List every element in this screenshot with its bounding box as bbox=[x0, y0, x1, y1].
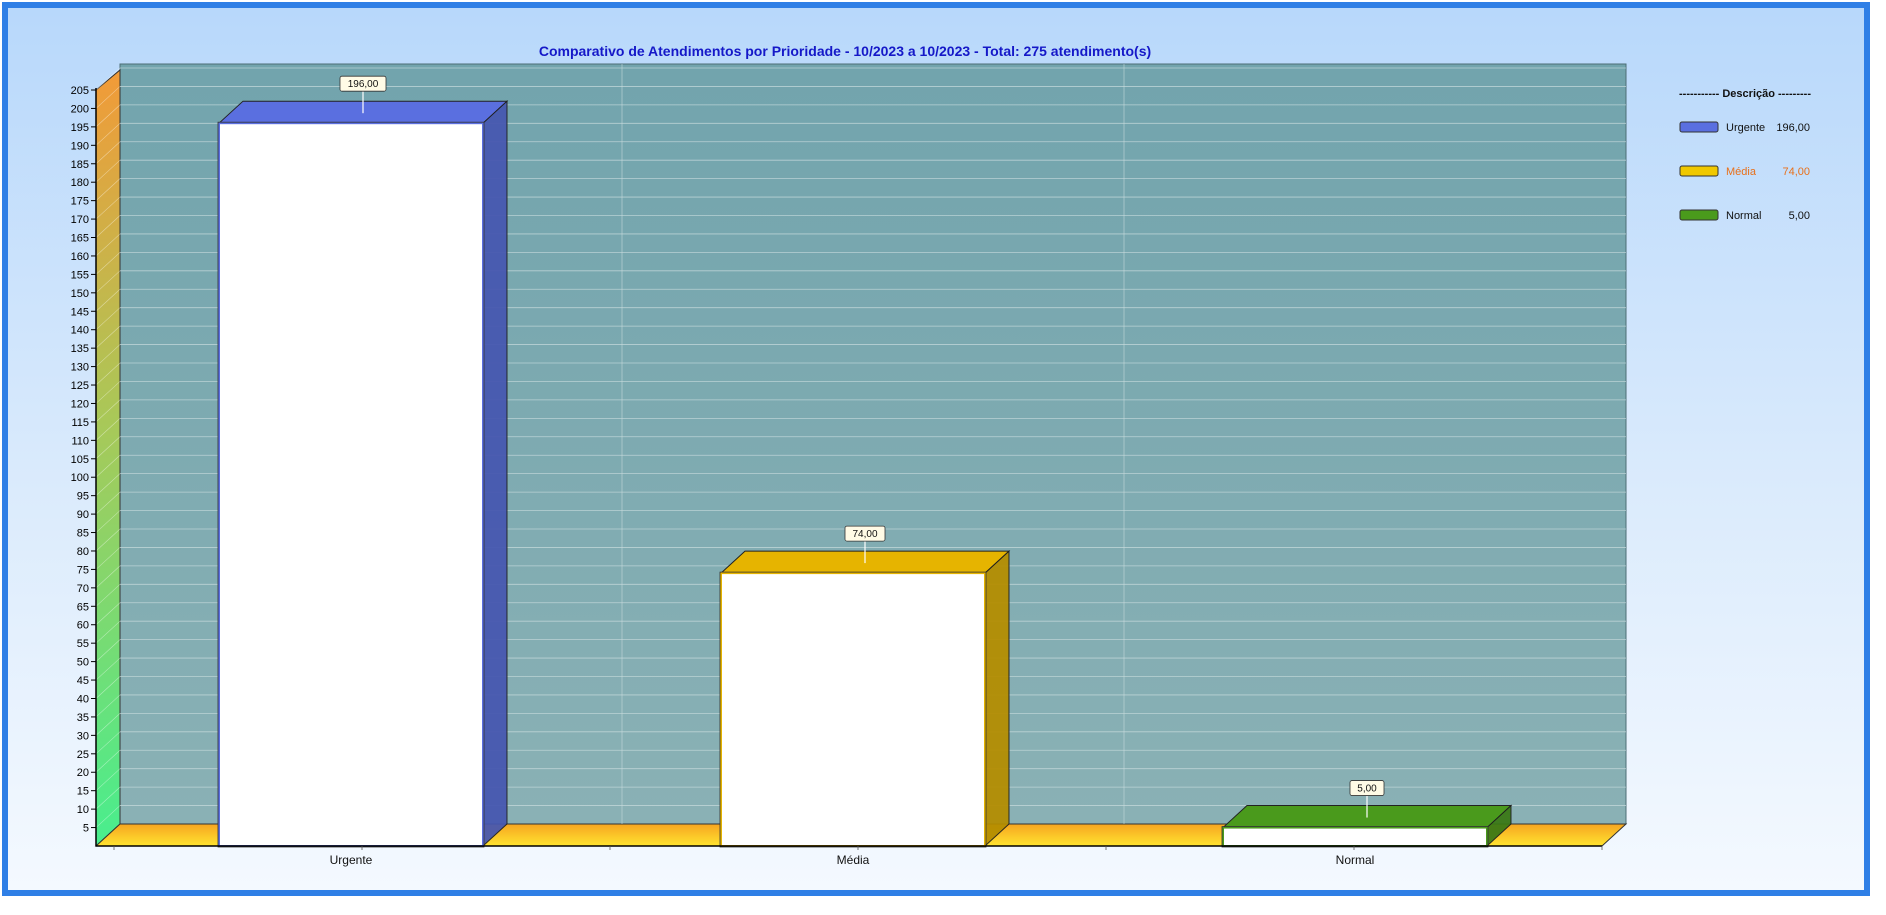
legend-value: 196,00 bbox=[1776, 122, 1810, 134]
y-tick-label: 15 bbox=[77, 786, 89, 798]
y-tick-label: 55 bbox=[77, 638, 89, 650]
y-tick-label: 5 bbox=[83, 823, 89, 835]
y-tick-label: 145 bbox=[71, 306, 89, 318]
y-tick-label: 80 bbox=[77, 546, 89, 558]
y-tick-label: 30 bbox=[77, 730, 89, 742]
y-tick-label: 100 bbox=[71, 472, 89, 484]
y-tick-label: 140 bbox=[71, 325, 89, 337]
y-tick-label: 150 bbox=[71, 288, 89, 300]
y-tick-label: 160 bbox=[71, 251, 89, 263]
value-label: 196,00 bbox=[348, 79, 379, 90]
chart-title: Comparativo de Atendimentos por Priorida… bbox=[539, 43, 1151, 59]
legend-entry-3: Normal 5,00 bbox=[1679, 209, 1810, 222]
bar-2: 74,00 bbox=[719, 525, 1011, 848]
y-tick-label: 70 bbox=[77, 583, 89, 595]
y-tick-label: 35 bbox=[77, 712, 89, 724]
y-tick-label: 195 bbox=[71, 122, 89, 134]
y-tick-label: 120 bbox=[71, 398, 89, 410]
y-tick-label: 90 bbox=[77, 509, 89, 521]
value-label: 5,00 bbox=[1357, 784, 1377, 795]
bar-side-shade bbox=[483, 101, 507, 846]
y-tick-label: 85 bbox=[77, 528, 89, 540]
legend-title: ----------- Descrição --------- bbox=[1679, 88, 1811, 100]
legend-entry-2: Média 74,00 bbox=[1679, 165, 1810, 178]
legend: ----------- Descrição --------- Urgente 1… bbox=[1679, 88, 1811, 222]
y-tick-label: 10 bbox=[77, 804, 89, 816]
y-tick-label: 165 bbox=[71, 233, 89, 245]
y-tick-label: 155 bbox=[71, 269, 89, 281]
x-tick-label: Normal bbox=[1336, 853, 1375, 867]
y-tick-label: 45 bbox=[77, 675, 89, 687]
x-tick-label: Média bbox=[837, 853, 870, 867]
y-tick-label: 75 bbox=[77, 564, 89, 576]
legend-label: Urgente bbox=[1726, 122, 1765, 134]
bar-chart: Comparativo de Atendimentos por Priorida… bbox=[71, 43, 1812, 867]
y-tick-label: 125 bbox=[71, 380, 89, 392]
legend-label: Normal bbox=[1726, 210, 1761, 222]
bar-front bbox=[720, 572, 986, 847]
bar-front bbox=[218, 122, 484, 847]
y-tick-label: 110 bbox=[71, 435, 89, 447]
y-tick-label: 185 bbox=[71, 159, 89, 171]
y-tick-label: 180 bbox=[71, 177, 89, 189]
y-tick-label: 175 bbox=[71, 196, 89, 208]
value-label: 74,00 bbox=[852, 529, 877, 540]
y-tick-label: 50 bbox=[77, 657, 89, 669]
y-tick-label: 105 bbox=[71, 454, 89, 466]
y-tick-label: 40 bbox=[77, 693, 89, 705]
legend-swatch bbox=[1679, 165, 1719, 177]
legend-entry-1: Urgente 196,00 bbox=[1679, 121, 1810, 134]
y-tick-label: 200 bbox=[71, 103, 89, 115]
left-wall bbox=[95, 68, 121, 848]
bar-1: 196,00 bbox=[217, 75, 509, 848]
y-tick-label: 115 bbox=[71, 417, 89, 429]
y-tick-label: 170 bbox=[71, 214, 89, 226]
legend-swatch bbox=[1679, 209, 1719, 221]
legend-label: Média bbox=[1726, 166, 1757, 178]
y-tick-label: 95 bbox=[77, 491, 89, 503]
legend-value: 74,00 bbox=[1782, 166, 1810, 178]
y-tick-label: 25 bbox=[77, 749, 89, 761]
y-tick-label: 190 bbox=[71, 140, 89, 152]
y-tick-label: 205 bbox=[71, 85, 89, 97]
y-tick-label: 20 bbox=[77, 767, 89, 779]
y-tick-label: 130 bbox=[71, 362, 89, 374]
legend-value: 5,00 bbox=[1789, 210, 1810, 222]
legend-swatch bbox=[1679, 121, 1719, 133]
bar-front bbox=[1222, 826, 1488, 847]
bar-side-shade bbox=[985, 551, 1009, 846]
x-tick-label: Urgente bbox=[330, 853, 373, 867]
y-tick-label: 60 bbox=[77, 620, 89, 632]
y-tick-label: 65 bbox=[77, 601, 89, 613]
y-tick-label: 135 bbox=[71, 343, 89, 355]
